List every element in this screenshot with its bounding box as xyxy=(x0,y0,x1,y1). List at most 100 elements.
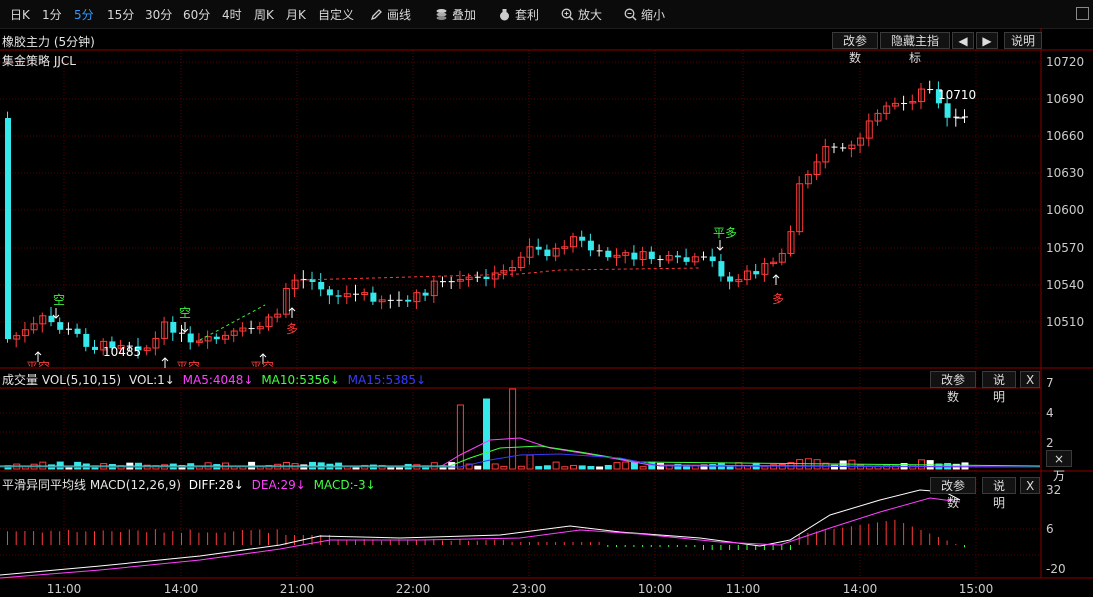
candle-body xyxy=(335,295,342,297)
low-price-label: 10485 xyxy=(103,345,142,359)
volume-bar xyxy=(587,466,595,470)
signal-long: 多 xyxy=(772,292,785,306)
main-chart-title: 橡胶主力 (5分钟) xyxy=(2,35,95,49)
main-params-button[interactable]: 改参数 xyxy=(832,32,878,65)
strategy-label: 集金策略 JJCL xyxy=(2,54,76,68)
volume-unit-badge: ×万 xyxy=(1046,450,1072,483)
volume-bar xyxy=(526,454,534,470)
volume-bar xyxy=(543,465,551,470)
candle-body xyxy=(587,240,594,251)
candle-body xyxy=(74,328,81,334)
candle-body xyxy=(422,292,429,296)
high-price-label: 10710 xyxy=(938,88,977,102)
candlestick-chart[interactable] xyxy=(0,0,1093,597)
candle-body xyxy=(944,103,951,118)
signal-arrow-down xyxy=(716,240,724,251)
candle-body xyxy=(248,328,255,330)
time-tick: 15:00 xyxy=(958,582,994,596)
signal-short: 空 xyxy=(53,293,66,307)
candle-body xyxy=(683,257,690,262)
macd-dea-line xyxy=(0,497,961,579)
time-tick: 14:00 xyxy=(163,582,199,596)
candle-body xyxy=(605,250,612,258)
time-tick: 11:00 xyxy=(725,582,761,596)
candle-body xyxy=(65,328,72,330)
time-tick: 11:00 xyxy=(46,582,82,596)
candle-body xyxy=(657,259,664,261)
macd-close-button[interactable]: X xyxy=(1020,477,1040,494)
signal-close-long: 平多 xyxy=(713,226,738,240)
volume-bar xyxy=(961,462,969,470)
candle-body xyxy=(5,118,11,340)
hide-indicator-button[interactable]: 隐藏主指标 xyxy=(880,32,950,65)
candle-body xyxy=(83,333,90,347)
volume-title-text: 成交量 VOL(5,10,15) xyxy=(2,373,122,387)
signal-close-short: 平空 xyxy=(176,360,201,367)
signal-close-short: 平空 xyxy=(26,360,51,367)
candle-body xyxy=(213,336,220,340)
candle-body xyxy=(187,333,194,343)
prev-button[interactable]: ◀ xyxy=(952,32,974,49)
signal-short: 空 xyxy=(179,306,192,320)
volume-bar xyxy=(796,459,804,470)
price-tick: 10600 xyxy=(1046,203,1085,217)
candle-body xyxy=(396,299,403,301)
volume-bar xyxy=(761,466,769,470)
volume-tick: 7 xyxy=(1046,376,1054,390)
macd-params-button[interactable]: 改参数 xyxy=(930,477,976,510)
candle-body xyxy=(353,293,359,295)
signal-arrow-up xyxy=(772,274,780,285)
volume-bar xyxy=(813,459,821,470)
candle-body xyxy=(474,276,481,278)
candle-body xyxy=(631,252,638,260)
volume-bar xyxy=(483,398,490,470)
macd-value: MACD:-3↓ xyxy=(313,478,376,492)
volume-ma10-line xyxy=(0,445,1041,467)
volume-bar xyxy=(630,461,638,470)
volume-bar xyxy=(596,466,604,470)
volume-help-button[interactable]: 说明 xyxy=(982,371,1016,404)
candle-body xyxy=(387,299,394,301)
macd-title: 平滑异同平均线 MACD(12,26,9) DIFF:28↓ DEA:29↓ M… xyxy=(2,476,376,493)
price-tick: 10510 xyxy=(1046,315,1085,329)
ma-short-line xyxy=(199,304,266,341)
volume-bar xyxy=(552,461,560,470)
volume-bar xyxy=(578,465,586,470)
volume-params-button[interactable]: 改参数 xyxy=(930,371,976,404)
candle-body xyxy=(709,256,716,262)
volume-ma10: MA10:5356↓ xyxy=(261,373,340,387)
candle-body xyxy=(544,249,551,257)
volume-vol-value: VOL:1↓ xyxy=(128,373,175,387)
candle-body xyxy=(179,332,185,334)
candle-body xyxy=(831,146,838,148)
candle-body xyxy=(57,322,64,330)
macd-tick: 6 xyxy=(1046,522,1054,536)
candle-body xyxy=(440,281,446,283)
candle-body xyxy=(718,261,725,277)
macd-help-button[interactable]: 说明 xyxy=(982,477,1016,510)
volume-bar xyxy=(622,461,630,470)
volume-close-button[interactable]: X xyxy=(1020,371,1040,388)
volume-bar xyxy=(604,464,612,470)
volume-tick: 2 xyxy=(1046,436,1054,450)
time-tick: 10:00 xyxy=(637,582,673,596)
price-tick: 10690 xyxy=(1046,92,1085,106)
signal-arrow-down xyxy=(181,322,189,333)
candle-body xyxy=(326,289,333,296)
main-help-button[interactable]: 说明 xyxy=(1004,32,1042,49)
candle-body xyxy=(48,315,55,323)
candle-body xyxy=(448,281,455,283)
candle-body xyxy=(405,299,412,302)
candle-body xyxy=(840,147,847,149)
macd-tick: -20 xyxy=(1046,562,1066,576)
ma-long-line xyxy=(299,267,701,281)
candle-body xyxy=(648,251,655,260)
price-tick: 10720 xyxy=(1046,55,1085,69)
candle-body xyxy=(596,250,603,252)
macd-dea: DEA:29↓ xyxy=(251,478,306,492)
candle-body xyxy=(927,89,934,91)
price-tick: 10660 xyxy=(1046,129,1085,143)
next-button[interactable]: ▶ xyxy=(976,32,998,49)
signal-long: 多 xyxy=(286,322,299,336)
volume-ma5-line xyxy=(0,437,1041,468)
